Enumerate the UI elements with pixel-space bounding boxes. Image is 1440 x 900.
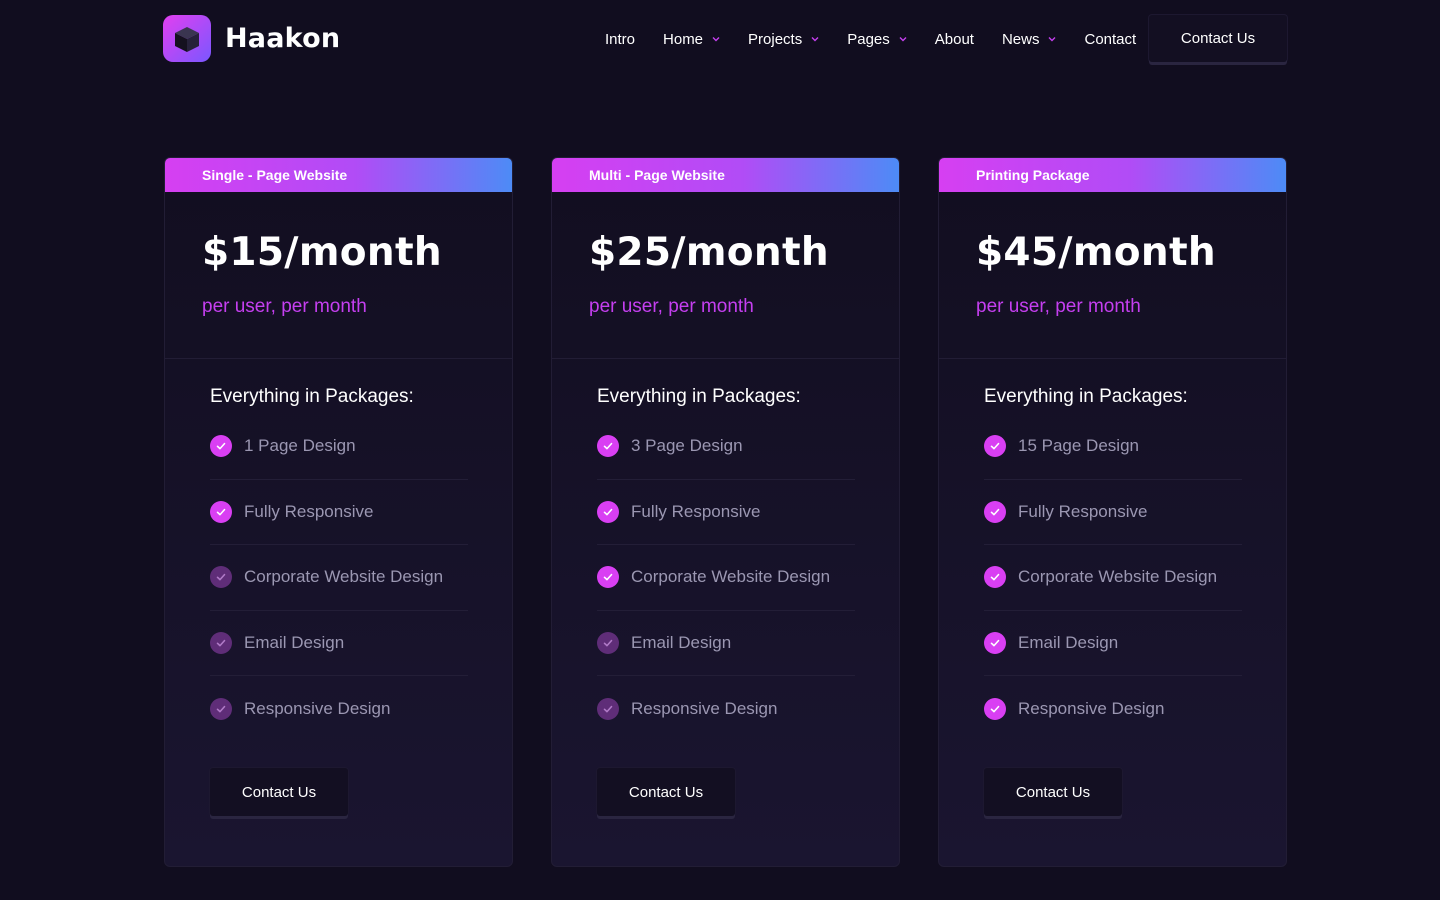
check-circle-icon — [984, 500, 1006, 523]
chevron-down-icon — [899, 37, 907, 42]
nav-label: Home — [663, 30, 704, 48]
brand-logo[interactable]: Haakon — [163, 15, 340, 62]
feature-item: Responsive Design — [984, 676, 1242, 742]
feature-item: 3 Page Design — [597, 414, 855, 480]
nav-label: Pages — [847, 30, 890, 48]
feature-item: Fully Responsive — [597, 480, 855, 545]
price-note: per user, per month — [976, 296, 1141, 317]
feature-label: Email Design — [1018, 632, 1119, 652]
nav-item-contact[interactable]: Contact — [1084, 31, 1136, 48]
check-circle-muted-icon — [210, 566, 232, 589]
plan-price: $45/month — [976, 230, 1216, 275]
check-circle-icon — [984, 631, 1006, 654]
contact-button[interactable]: Contact Us — [984, 768, 1122, 816]
price-note: per user, per month — [589, 296, 754, 317]
plan-price: $25/month — [589, 230, 829, 275]
check-circle-icon — [597, 566, 619, 589]
pricing-card-multi-page: Multi - Page Website $25/month per user,… — [551, 157, 900, 867]
nav-label: Intro — [605, 30, 636, 48]
feature-label: Responsive Design — [1018, 698, 1165, 718]
feature-label: Fully Responsive — [244, 501, 374, 521]
pricing-card-single-page: Single - Page Website $15/month per user… — [164, 157, 513, 867]
nav-item-pages[interactable]: Pages — [847, 31, 907, 48]
feature-item: Email Design — [210, 611, 468, 676]
check-circle-icon — [597, 435, 619, 458]
main-nav: Intro Home Projects Pages About News Con… — [605, 24, 1164, 54]
feature-item: Responsive Design — [210, 676, 468, 742]
feature-label: Corporate Website Design — [1018, 567, 1218, 587]
check-circle-icon — [210, 500, 232, 523]
feature-item: 15 Page Design — [984, 414, 1242, 480]
nav-item-intro[interactable]: Intro — [605, 31, 635, 48]
chevron-down-icon — [1048, 37, 1056, 42]
feature-label: Email Design — [244, 632, 345, 652]
feature-item: Fully Responsive — [210, 480, 468, 545]
feature-item: Email Design — [597, 611, 855, 676]
feature-item: Responsive Design — [597, 676, 855, 742]
feature-label: 1 Page Design — [244, 436, 356, 456]
nav-item-projects[interactable]: Projects — [748, 31, 819, 48]
nav-item-about[interactable]: About — [935, 31, 974, 48]
check-circle-muted-icon — [597, 631, 619, 654]
feature-label: Corporate Website Design — [631, 567, 831, 587]
features-title: Everything in Packages: — [210, 386, 414, 407]
header-contact-button[interactable]: Contact Us — [1149, 15, 1287, 62]
contact-button[interactable]: Contact Us — [597, 768, 735, 816]
price-section: $15/month per user, per month — [165, 192, 512, 359]
plan-tag: Single - Page Website — [165, 158, 512, 192]
contact-button[interactable]: Contact Us — [210, 768, 348, 816]
pricing-card-printing: Printing Package $45/month per user, per… — [938, 157, 1287, 867]
feature-item: Email Design — [984, 611, 1242, 676]
feature-label: Responsive Design — [631, 698, 778, 718]
nav-label: News — [1001, 30, 1040, 48]
feature-label: Corporate Website Design — [244, 567, 444, 587]
feature-label: Email Design — [631, 632, 732, 652]
feature-item: 1 Page Design — [210, 414, 468, 480]
site-header: Haakon Intro Home Projects Pages About N… — [0, 0, 1440, 80]
price-section: $45/month per user, per month — [939, 192, 1286, 359]
brand-name: Haakon — [225, 23, 341, 54]
check-circle-icon — [984, 697, 1006, 720]
nav-item-home[interactable]: Home — [663, 31, 720, 48]
nav-label: Projects — [748, 30, 803, 48]
feature-label: Fully Responsive — [1018, 501, 1148, 521]
check-circle-muted-icon — [210, 697, 232, 720]
price-note: per user, per month — [202, 296, 367, 317]
chevron-down-icon — [811, 37, 819, 42]
nav-item-news[interactable]: News — [1002, 31, 1057, 48]
feature-item: Corporate Website Design — [597, 545, 855, 611]
check-circle-icon — [210, 435, 232, 458]
check-circle-icon — [984, 435, 1006, 458]
nav-label: About — [934, 30, 974, 48]
check-circle-muted-icon — [597, 697, 619, 720]
features-title: Everything in Packages: — [984, 386, 1188, 407]
feature-list: 1 Page Design Fully Responsive Corporate W… — [210, 414, 468, 742]
feature-label: 15 Page Design — [1018, 436, 1139, 456]
nav-label: Contact — [1084, 30, 1137, 48]
feature-label: 3 Page Design — [631, 436, 743, 456]
plan-price: $15/month — [202, 230, 442, 275]
check-circle-icon — [984, 566, 1006, 589]
plan-tag: Multi - Page Website — [552, 158, 899, 192]
check-circle-icon — [597, 500, 619, 523]
check-circle-muted-icon — [210, 631, 232, 654]
feature-item: Fully Responsive — [984, 480, 1242, 545]
plan-tag: Printing Package — [939, 158, 1286, 192]
feature-item: Corporate Website Design — [984, 545, 1242, 611]
features-title: Everything in Packages: — [597, 386, 801, 407]
feature-item: Corporate Website Design — [210, 545, 468, 611]
feature-list: 15 Page Design Fully Responsive Corporate … — [984, 414, 1242, 742]
feature-list: 3 Page Design Fully Responsive Corporate W… — [597, 414, 855, 742]
cube-icon — [163, 15, 211, 62]
chevron-down-icon — [712, 37, 720, 42]
feature-label: Fully Responsive — [631, 501, 761, 521]
price-section: $25/month per user, per month — [552, 192, 899, 359]
feature-label: Responsive Design — [244, 698, 391, 718]
